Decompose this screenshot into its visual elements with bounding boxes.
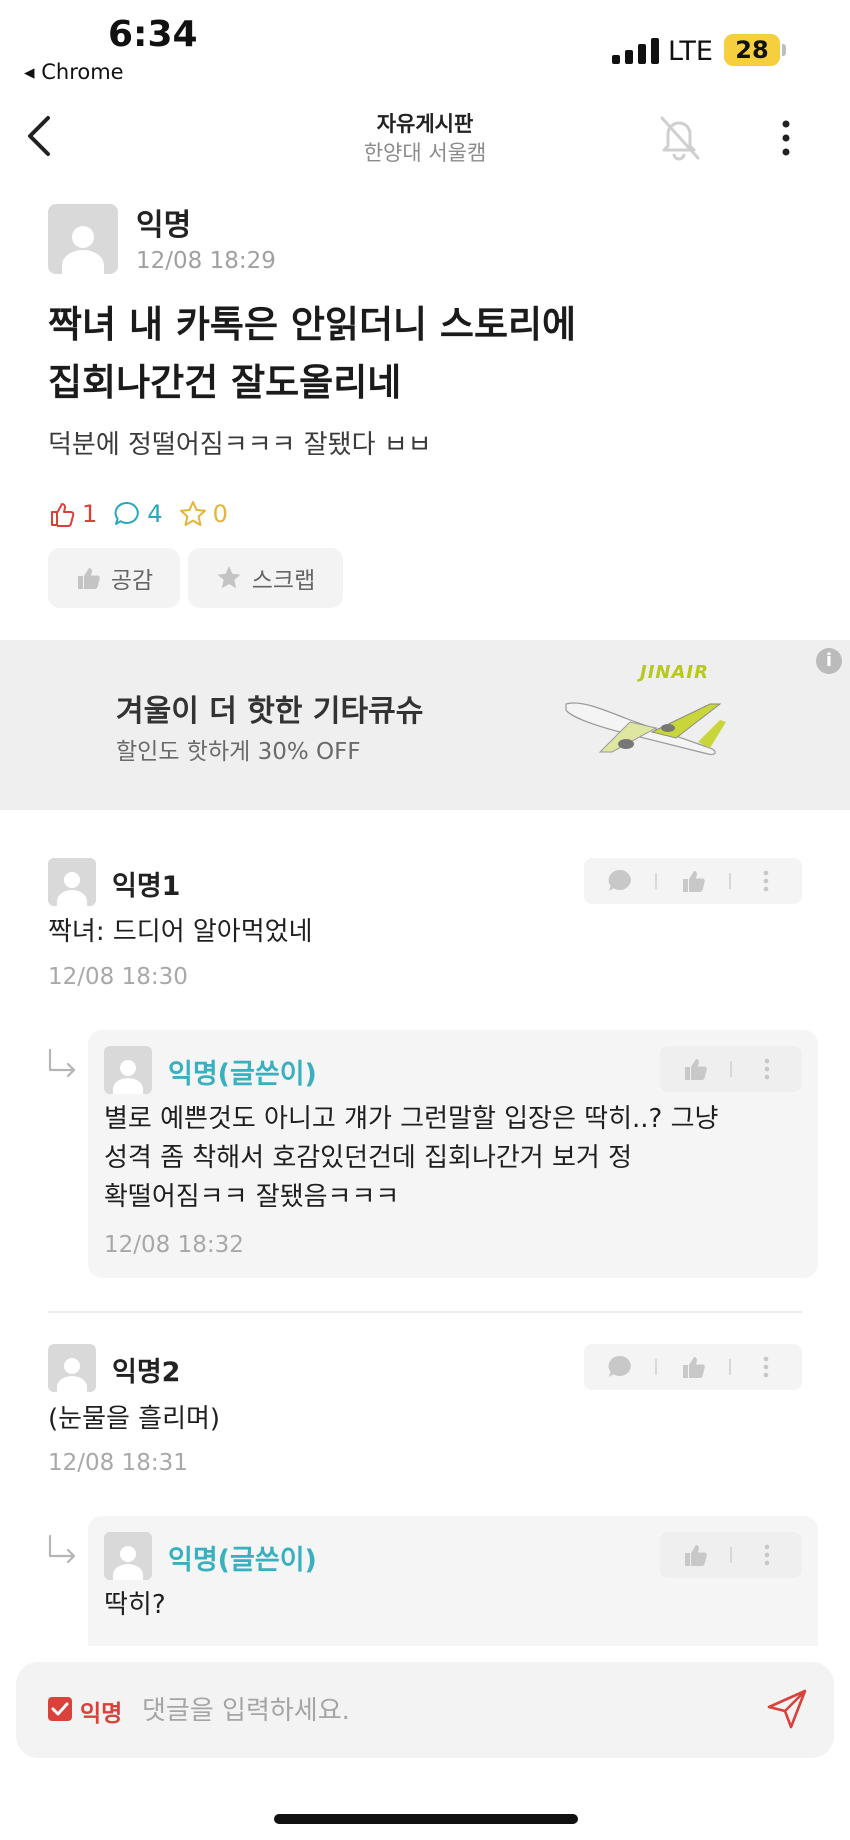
comment-author: 익명2 xyxy=(112,1357,181,1388)
reply-bubble-icon[interactable] xyxy=(607,868,633,894)
comment-avatar xyxy=(48,858,96,906)
battery-nub xyxy=(782,44,786,56)
post-title-line: 짝녀 내 카톡은 안읽더니 스토리에 xyxy=(48,303,577,346)
send-icon[interactable] xyxy=(766,1688,808,1730)
more-menu-icon[interactable] xyxy=(754,1056,780,1082)
comment-actions xyxy=(584,1344,802,1390)
battery-icon: 28 xyxy=(724,34,780,66)
divider xyxy=(655,1359,658,1375)
thumbs-up-icon[interactable] xyxy=(680,868,706,894)
post-stats: 1 4 0 xyxy=(48,496,244,532)
reply-text: 딱히? xyxy=(104,1590,166,1620)
divider xyxy=(730,1547,732,1563)
status-time: 6:34 xyxy=(108,14,198,55)
ad-info-icon[interactable]: i xyxy=(816,648,842,674)
reply-actions xyxy=(660,1046,802,1092)
network-type: LTE xyxy=(668,36,713,67)
comment-actions xyxy=(584,858,802,904)
more-menu-icon[interactable] xyxy=(776,118,796,158)
reply-text-line: 별로 예쁜것도 아니고 걔가 그런말할 입장은 딱히..? 그냥 xyxy=(104,1104,719,1134)
divider xyxy=(728,873,731,889)
post-title: 짝녀 내 카톡은 안읽더니 스토리에 집회나간건 잘도올리네 xyxy=(48,296,768,412)
divider xyxy=(728,1359,731,1375)
reply-text-line: 성격 좀 착해서 호감있던건데 집회나간거 보거 정 xyxy=(104,1143,632,1173)
comment-bubble-icon xyxy=(114,501,140,525)
signal-icon xyxy=(612,38,660,64)
thumbs-up-icon xyxy=(77,568,100,589)
divider xyxy=(730,1061,732,1077)
home-indicator xyxy=(274,1814,578,1824)
comment-text: (눈물을 흘리며) xyxy=(48,1404,221,1434)
ad-title: 겨울이 더 핫한 기타큐슈 xyxy=(116,694,424,729)
scrap-count: 0 xyxy=(179,500,228,528)
scrap-button[interactable]: 스크랩 xyxy=(188,548,343,608)
thumbs-up-icon[interactable] xyxy=(680,1354,706,1380)
comment-author: 익명1 xyxy=(112,871,181,902)
anonymous-label[interactable]: 익명 xyxy=(80,1694,122,1728)
anonymous-checkbox[interactable] xyxy=(48,1697,72,1721)
reply-author: 익명(글쓴이) xyxy=(168,1545,317,1576)
comment-text: 짝녀: 드디어 알아먹었네 xyxy=(48,917,313,947)
reply-date: 12/08 18:32 xyxy=(104,1232,244,1258)
comment-date: 12/08 18:31 xyxy=(48,1450,188,1476)
post-author: 익명 xyxy=(136,208,192,243)
comment-date: 12/08 18:30 xyxy=(48,964,188,990)
reply-text-line: 확떨어짐ㅋㅋ 잘됐음ㅋㅋㅋ xyxy=(104,1182,400,1212)
post-body: 덕분에 정떨어짐ㅋㅋㅋ 잘됐다 ㅂㅂ xyxy=(48,430,432,460)
notification-off-icon[interactable] xyxy=(654,112,704,162)
like-count: 1 xyxy=(48,500,97,528)
star-icon xyxy=(179,501,206,526)
more-menu-icon[interactable] xyxy=(753,1354,779,1380)
more-menu-icon[interactable] xyxy=(753,868,779,894)
comment-divider xyxy=(48,1311,802,1313)
comment-avatar xyxy=(48,1344,96,1392)
reply-text: 별로 예쁜것도 아니고 걔가 그런말할 입장은 딱히..? 그냥 성격 좀 착해… xyxy=(104,1100,718,1217)
thumbs-up-icon xyxy=(51,503,75,527)
post-date: 12/08 18:29 xyxy=(136,248,276,274)
post-title-line: 집회나간건 잘도올리네 xyxy=(48,361,402,404)
comment-input[interactable] xyxy=(140,1688,744,1734)
thumbs-up-icon[interactable] xyxy=(682,1542,708,1568)
ad-brand-logo: JINAIR xyxy=(640,662,709,683)
reply-avatar xyxy=(104,1532,152,1580)
like-button[interactable]: 공감 xyxy=(48,548,180,608)
reply-bubble-icon[interactable] xyxy=(607,1354,633,1380)
reply-actions xyxy=(660,1532,802,1578)
board-subtitle: 한양대 서울캠 xyxy=(363,141,487,165)
star-icon xyxy=(217,566,241,589)
reply-arrow-icon xyxy=(46,1534,80,1568)
airplane-icon xyxy=(560,682,730,762)
more-menu-icon[interactable] xyxy=(754,1542,780,1568)
divider xyxy=(655,873,658,889)
ad-subtitle: 할인도 핫하게 30% OFF xyxy=(116,739,361,765)
board-title: 자유게시판 xyxy=(376,112,474,136)
back-to-chrome-link[interactable]: ◂ Chrome xyxy=(24,60,124,84)
reply-arrow-icon xyxy=(46,1048,80,1082)
reply-avatar xyxy=(104,1046,152,1094)
thumbs-up-icon[interactable] xyxy=(682,1056,708,1082)
reply-author: 익명(글쓴이) xyxy=(168,1059,317,1090)
post-author-avatar xyxy=(48,204,118,274)
comment-count: 4 xyxy=(113,500,163,528)
